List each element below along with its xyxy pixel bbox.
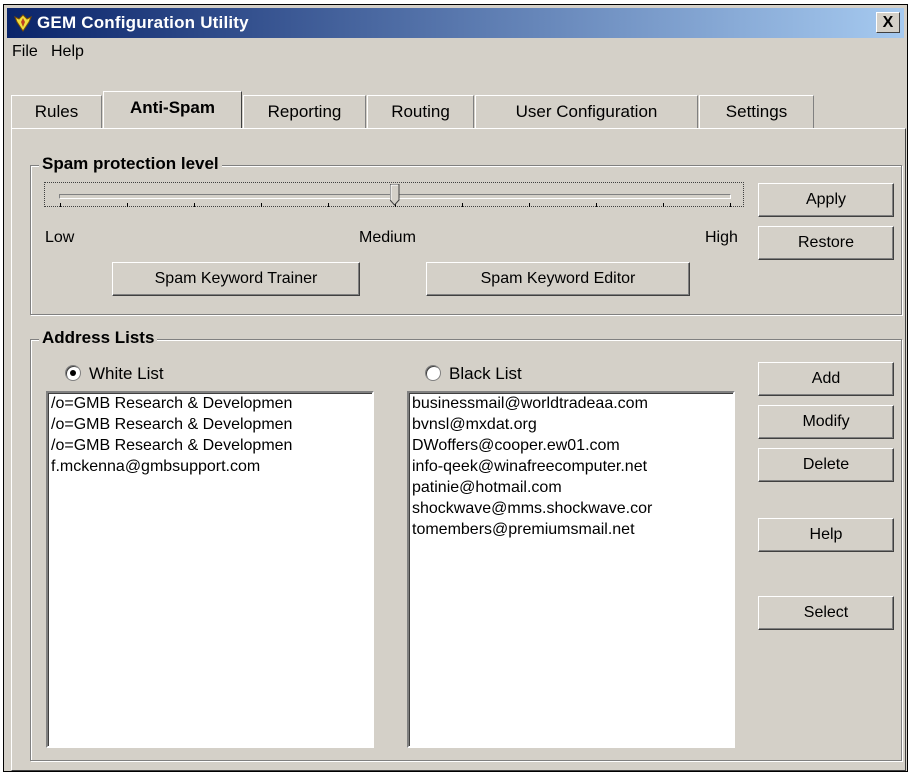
spam-protection-title: Spam protection level: [39, 154, 222, 174]
delete-button-label: Delete: [802, 456, 850, 473]
white-list-box[interactable]: /o=GMB Research & Developmen/o=GMB Resea…: [46, 391, 374, 748]
title-bar[interactable]: GEM Configuration Utility X: [7, 8, 904, 38]
apply-button[interactable]: Apply: [758, 183, 894, 217]
spam-keyword-trainer-button[interactable]: Spam Keyword Trainer: [112, 262, 360, 296]
list-item[interactable]: /o=GMB Research & Developmen: [48, 435, 372, 456]
tab-settings[interactable]: Settings: [699, 95, 814, 128]
spam-keyword-editor-label: Spam Keyword Editor: [480, 270, 636, 287]
slider-tick: [194, 203, 195, 207]
close-button[interactable]: X: [876, 12, 900, 33]
white-list-radio-label: White List: [89, 364, 164, 383]
help-button[interactable]: Help: [758, 518, 894, 552]
white-list-radio[interactable]: White List: [65, 364, 164, 384]
menu-help[interactable]: Help: [51, 43, 84, 61]
apply-button-label: Apply: [805, 191, 847, 208]
slider-tick: [462, 203, 463, 207]
list-item[interactable]: bvnsl@mxdat.org: [409, 414, 733, 435]
gem-app-icon: [14, 14, 32, 32]
black-list-radio[interactable]: Black List: [425, 364, 522, 384]
black-list-box[interactable]: businessmail@worldtradeaa.com bvnsl@mxdat…: [407, 391, 735, 748]
spam-keyword-trainer-label: Spam Keyword Trainer: [154, 270, 318, 287]
add-button-label: Add: [811, 370, 841, 387]
level-low-label: Low: [45, 229, 75, 246]
list-item[interactable]: f.mckenna@gmbsupport.com: [48, 456, 372, 477]
delete-button[interactable]: Delete: [758, 448, 894, 482]
level-high-label: High: [705, 229, 738, 246]
slider-tick: [127, 203, 128, 207]
slider-tick: [529, 203, 530, 207]
list-item[interactable]: /o=GMB Research & Developmen: [48, 414, 372, 435]
slider-tick: [596, 203, 597, 207]
tab-reporting[interactable]: Reporting: [243, 95, 366, 128]
tab-rules[interactable]: Rules: [11, 95, 102, 128]
restore-button-label: Restore: [797, 234, 855, 251]
select-button-label: Select: [803, 604, 849, 621]
add-button[interactable]: Add: [758, 362, 894, 396]
list-item[interactable]: businessmail@worldtradeaa.com: [409, 393, 733, 414]
black-list-radio-label: Black List: [449, 364, 522, 383]
list-item[interactable]: info-qeek@winafreecomputer.net: [409, 456, 733, 477]
slider-thumb[interactable]: [390, 184, 400, 206]
tab-routing[interactable]: Routing: [367, 95, 474, 128]
list-item[interactable]: shockwave@mms.shockwave.cor: [409, 498, 733, 519]
slider-tick: [328, 203, 329, 207]
level-medium-label: Medium: [359, 229, 416, 246]
restore-button[interactable]: Restore: [758, 226, 894, 260]
list-item[interactable]: patinie@hotmail.com: [409, 477, 733, 498]
window-title: GEM Configuration Utility: [37, 13, 249, 32]
tab-user-configuration[interactable]: User Configuration: [475, 95, 698, 128]
list-item[interactable]: DWoffers@cooper.ew01.com: [409, 435, 733, 456]
close-icon: X: [882, 14, 894, 31]
spam-keyword-editor-button[interactable]: Spam Keyword Editor: [426, 262, 690, 296]
slider-tick: [730, 203, 731, 207]
list-item[interactable]: tomembers@premiumsmail.net: [409, 519, 733, 540]
address-lists-title: Address Lists: [39, 328, 158, 348]
white-list-radio-circle[interactable]: [65, 365, 81, 381]
modify-button-label: Modify: [802, 413, 850, 430]
black-list-radio-circle[interactable]: [425, 365, 441, 381]
help-button-label: Help: [809, 526, 843, 543]
slider-tick: [261, 203, 262, 207]
slider-tick: [60, 203, 61, 207]
slider-tick: [663, 203, 664, 207]
select-button[interactable]: Select: [758, 596, 894, 630]
spam-level-slider[interactable]: [44, 182, 744, 207]
tab-anti-spam[interactable]: Anti-Spam: [103, 91, 242, 128]
modify-button[interactable]: Modify: [758, 405, 894, 439]
list-item[interactable]: /o=GMB Research & Developmen: [48, 393, 372, 414]
menu-file[interactable]: File: [12, 43, 38, 61]
